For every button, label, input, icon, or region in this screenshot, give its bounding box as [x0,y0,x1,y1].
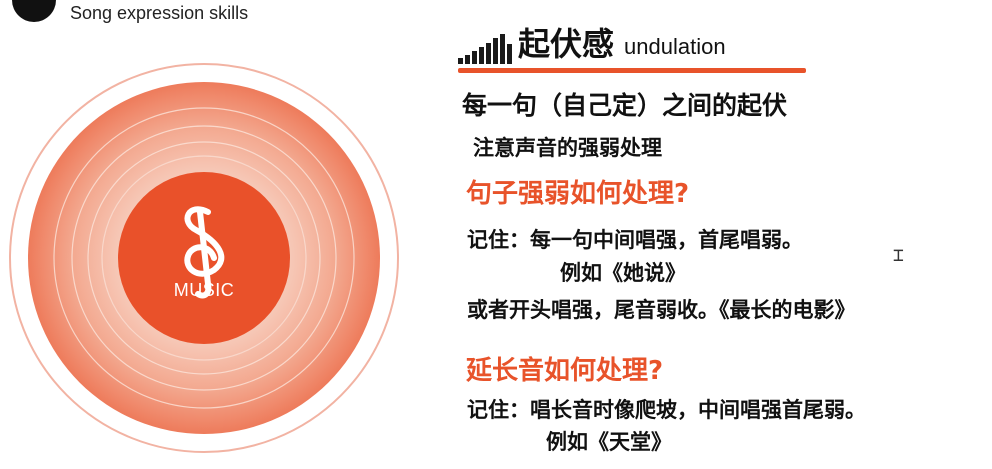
course-subtitle: Song expression skills [70,3,249,23]
answer-example-2: 例如《天堂》 [546,430,672,454]
volume-bars-icon [458,32,512,64]
answer-line-3: 记住：唱长音时像爬坡，中间唱强首尾弱。 [467,398,866,422]
heading-title-en: undulation [624,34,726,59]
heading-title-cn: 起伏感 [518,25,615,63]
vinyl-disc-graphic [9,63,399,453]
answer-line-1: 记住：每一句中间唱强，首尾唱弱。 [467,228,803,252]
slide-heading: 起伏感 undulation [458,20,726,64]
logo-badge [12,0,56,22]
answer-line-2: 或者开头唱强，尾音弱收。《最长的电影》 [467,298,856,322]
text-cursor-icon: ⌶ [893,245,904,266]
sub-point: 注意声音的强弱处理 [473,136,662,160]
main-point: 每一句（自己定）之间的起伏 [462,91,788,120]
answer-example-1: 例如《她说》 [560,261,686,285]
music-disc: MUSIC [8,62,400,454]
question-sustained-notes: 延长音如何处理? [466,356,664,386]
heading-underline [458,68,806,73]
music-label: MUSIC [173,280,235,300]
question-sentence-dynamics: 句子强弱如何处理? [466,179,690,209]
